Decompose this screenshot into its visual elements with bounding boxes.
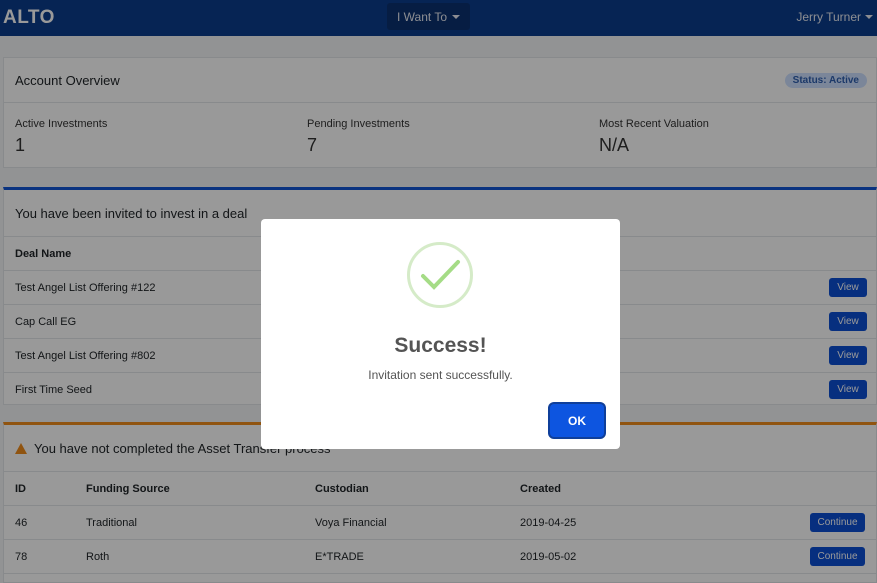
ok-button[interactable]: OK <box>550 404 604 437</box>
success-check-icon <box>407 242 473 308</box>
check-icon <box>421 260 460 290</box>
modal-title: Success! <box>394 334 487 357</box>
modal-backdrop[interactable]: Success! Invitation sent successfully. O… <box>0 0 877 583</box>
success-modal: Success! Invitation sent successfully. O… <box>261 219 620 449</box>
modal-message: Invitation sent successfully. <box>368 368 513 382</box>
